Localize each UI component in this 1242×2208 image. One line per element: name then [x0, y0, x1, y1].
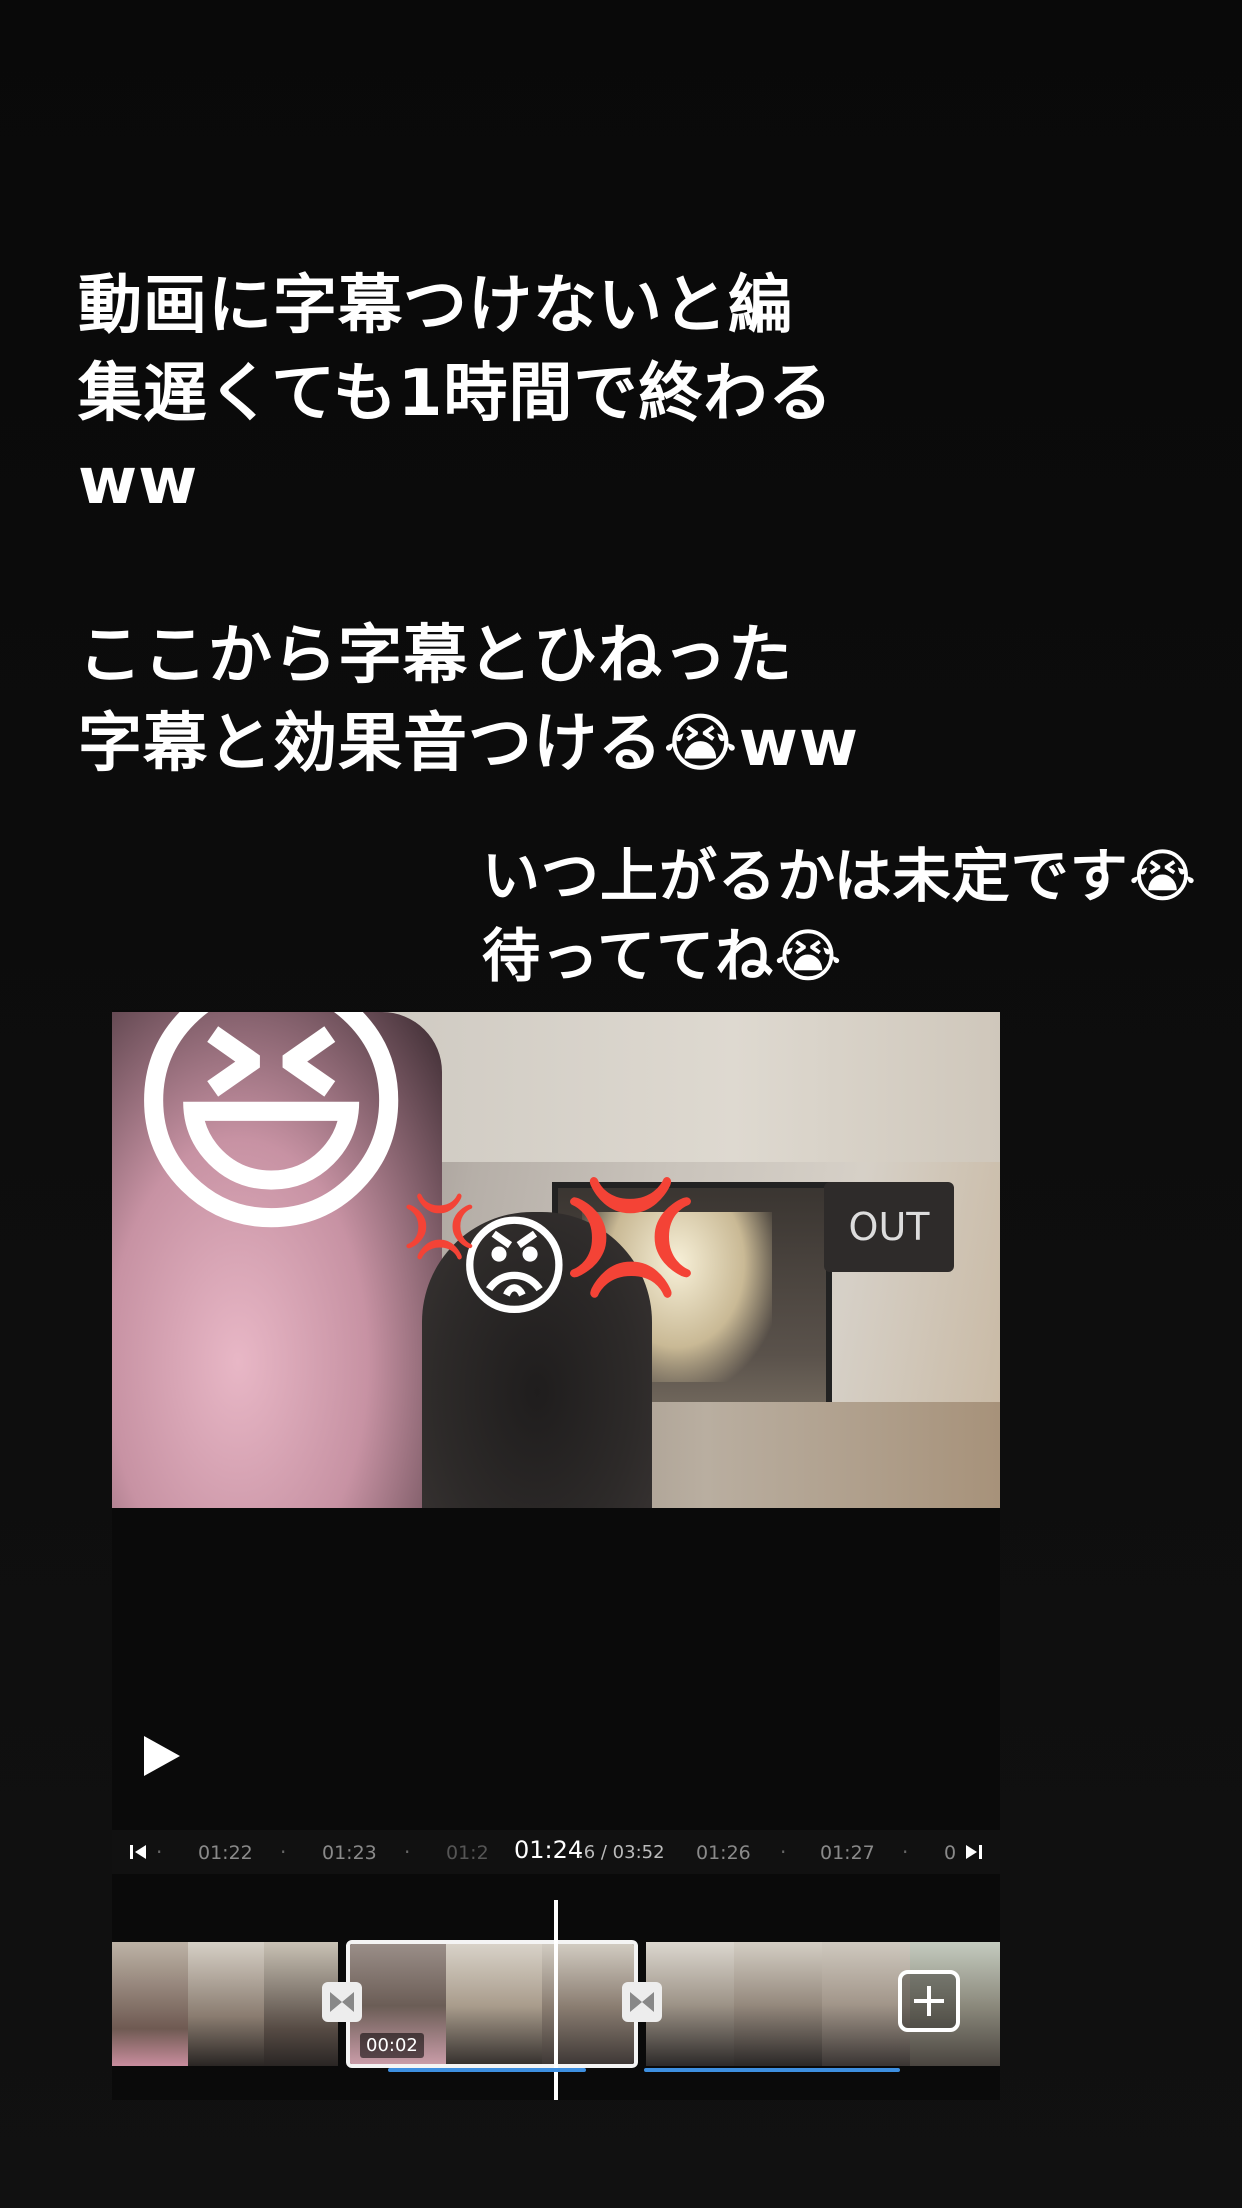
caption-editing-time: 動画に字幕つけないと編 集遅くても1時間で終わる ww: [78, 269, 834, 519]
ruler-tick: 01:22: [198, 1842, 253, 1864]
story-screen: 動画に字幕つけないと編 集遅くても1時間で終わる ww ここから字幕とひねった …: [0, 0, 1242, 2208]
anger-symbol-sticker-large: 💢: [562, 1173, 699, 1301]
ruler-tick: 01:23: [322, 1842, 377, 1864]
ruler-tick: 0: [944, 1842, 957, 1864]
transition-icon[interactable]: [322, 1982, 362, 2022]
ruler-dot: ·: [404, 1840, 411, 1864]
audio-track[interactable]: [388, 2068, 586, 2072]
ruler-dot: ·: [280, 1840, 287, 1864]
clip-thumbnail-strip[interactable]: [112, 1942, 338, 2066]
play-icon[interactable]: [140, 1732, 184, 1780]
caption-release-undecided: いつ上がるかは未定です😭 待っててね😭: [482, 842, 1198, 990]
ruler-tick: 01:2: [446, 1842, 489, 1864]
ruler-dot: ·: [156, 1840, 163, 1864]
clip-frame: [188, 1942, 264, 2066]
ruler-tick: 01:26: [696, 1842, 751, 1864]
store-sign: OUT: [824, 1182, 954, 1272]
anger-symbol-sticker: 💢: [402, 1192, 477, 1262]
laughing-emoji-sticker: 😆: [120, 1012, 423, 1275]
clip-duration: 00:02: [360, 2033, 424, 2058]
current-time-total: .6 / 03:52: [578, 1842, 665, 1863]
skip-to-start-icon[interactable]: [128, 1842, 150, 1862]
ruler-dot: ·: [902, 1840, 909, 1864]
current-time: 01:24: [514, 1836, 584, 1864]
clip-frame: [446, 1944, 542, 2064]
clip-frame: [112, 1942, 188, 2066]
transition-icon[interactable]: [622, 1982, 662, 2022]
clip-frame: [822, 1942, 910, 2066]
caption-subtitles-next: ここから字幕とひねった 字幕と効果音つける😭ww: [78, 619, 860, 781]
time-ruler[interactable]: · 01:22 · 01:23 · 01:2 01:24 .6 / 03:52 …: [112, 1830, 1000, 1874]
add-clip-icon[interactable]: [898, 1970, 960, 2032]
video-preview[interactable]: OUT 😆 😡 💢 💢: [112, 1012, 1000, 1508]
selected-clip[interactable]: 00:02: [346, 1940, 638, 2068]
ruler-dot: ·: [780, 1840, 787, 1864]
audio-track[interactable]: [644, 2068, 900, 2072]
clip-frame: [734, 1942, 822, 2066]
ruler-tick: 01:27: [820, 1842, 875, 1864]
video-editor-screenshot: OUT 😆 😡 💢 💢 · 01:22 · 01:23 · 01:2 01:24…: [112, 1010, 1000, 2100]
skip-to-end-icon[interactable]: [962, 1842, 984, 1862]
